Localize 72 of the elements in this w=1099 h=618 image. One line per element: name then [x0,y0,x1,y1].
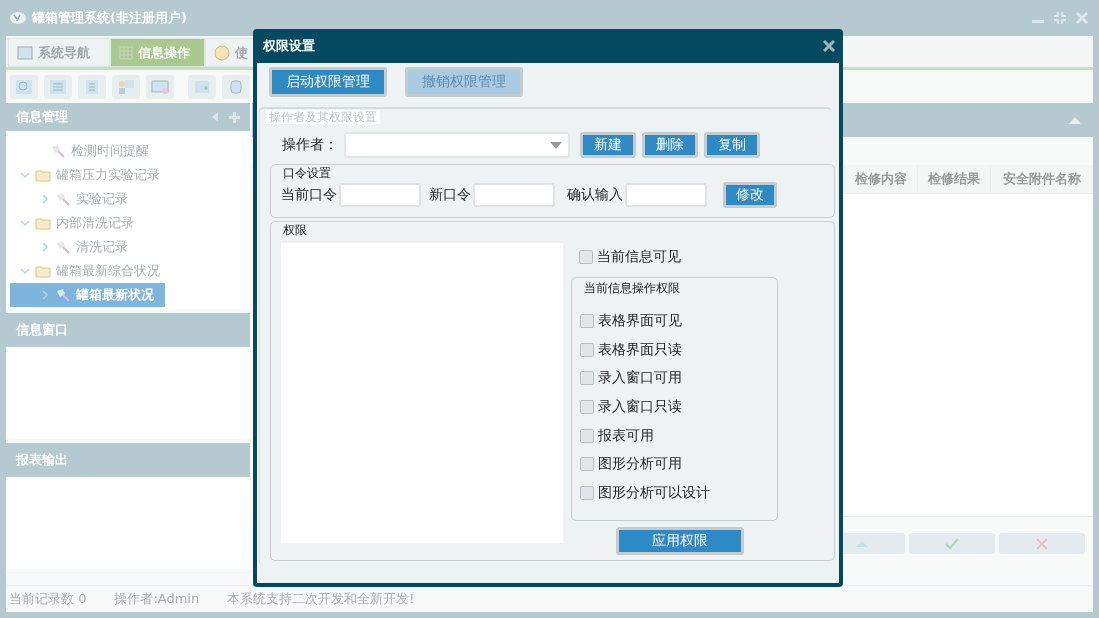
window-title: 罐箱管理系统(非注册用户) [32,9,187,27]
checkbox[interactable]: 录入窗口可用 [580,364,769,393]
action-button[interactable]: 复制 [704,132,760,158]
apply-button[interactable]: 应用权限 [616,526,744,555]
action-button[interactable]: 删除 [642,132,698,158]
checkbox[interactable]: 图形分析可用 [580,450,769,479]
status-text: 操作者:Admin [114,590,200,608]
checkbox[interactable]: 报表可用 [580,421,769,451]
chevron-right-icon[interactable] [40,194,50,204]
user-screen-icon[interactable] [112,74,140,99]
tab[interactable]: 系统导航 [8,38,110,67]
chevron-right-icon[interactable] [40,290,50,300]
operator-label: 操作者： [282,136,338,154]
tree-item[interactable]: 内部清洗记录 [10,211,140,235]
search-icon[interactable] [10,74,38,99]
monitor-icon[interactable] [146,74,174,99]
tree-item[interactable]: 实验记录 [10,187,134,211]
list-icon[interactable] [44,74,72,99]
column-header[interactable]: 检修结果 [917,165,990,193]
column-header[interactable]: 安全附件名称 [990,165,1093,193]
modify-button[interactable]: 修改 [723,182,777,208]
password-field[interactable] [339,183,421,207]
tree-item[interactable]: 检测时间提醒 [10,139,155,163]
chevron-right-icon[interactable] [40,242,50,252]
chevron-down-icon[interactable] [20,170,30,180]
panel-title: 信息管理 [16,108,68,126]
operator-dropdown[interactable] [344,132,570,158]
status-text: 本系统支持二次开发和全新开发! [227,590,415,608]
cancel-button[interactable] [999,533,1085,554]
panel-title: 报表输出 [16,451,68,469]
dialog-title: 权限设置 [263,37,315,55]
checkbox[interactable]: 表格界面只读 [580,335,769,365]
check-icon [945,538,959,549]
document-add-icon[interactable] [188,74,216,99]
field-label: 新口令 [429,186,471,204]
action-button[interactable]: 启动权限管理 [269,67,387,97]
close-icon[interactable] [823,40,835,52]
up-arrow-icon [856,540,868,547]
folder-icon [35,264,51,278]
field-label: 确认输入 [567,186,623,204]
password-field[interactable] [625,183,707,207]
tree-item[interactable]: 罐箱压力实验记录 [10,163,166,187]
window-icon [17,45,33,60]
chevron-down-icon[interactable] [20,218,30,228]
plus-icon[interactable] [229,111,240,123]
tree-item[interactable]: 罐箱最新综合状况 [10,259,166,283]
group-legend: 当前信息操作权限 [580,279,769,297]
document-icon[interactable] [78,74,106,99]
caret-icon [550,141,562,149]
checkbox[interactable]: 录入窗口只读 [580,392,769,422]
checkbox[interactable]: 图形分析可以设计 [580,478,769,508]
group-legend: 权限 [281,222,824,239]
checkbox[interactable]: 表格界面可见 [580,306,769,336]
chevron-down-icon[interactable] [20,266,30,276]
restore-icon[interactable] [1053,11,1067,25]
tree-item[interactable]: 罐箱最新状况 [10,283,165,307]
close-icon [1036,537,1048,550]
left-arrow-icon[interactable] [211,112,219,122]
checkbox[interactable]: 当前信息可见 [579,243,681,272]
status-text: 当前记录数 0 [9,590,87,608]
folder-icon [35,168,51,182]
panel-title: 信息窗口 [16,321,68,339]
collapse-icon[interactable] [1069,116,1081,124]
password-field[interactable] [473,183,555,207]
logo-icon [10,12,26,24]
grid-icon [119,45,133,60]
field-label: 当前口令 [281,186,337,204]
action-button[interactable]: 新建 [580,132,636,158]
column-header[interactable]: 检修内容 [844,165,917,193]
folder-icon [35,216,51,230]
group-legend: 口令设置 [281,165,824,182]
tree-item[interactable]: 清洗记录 [10,235,134,259]
